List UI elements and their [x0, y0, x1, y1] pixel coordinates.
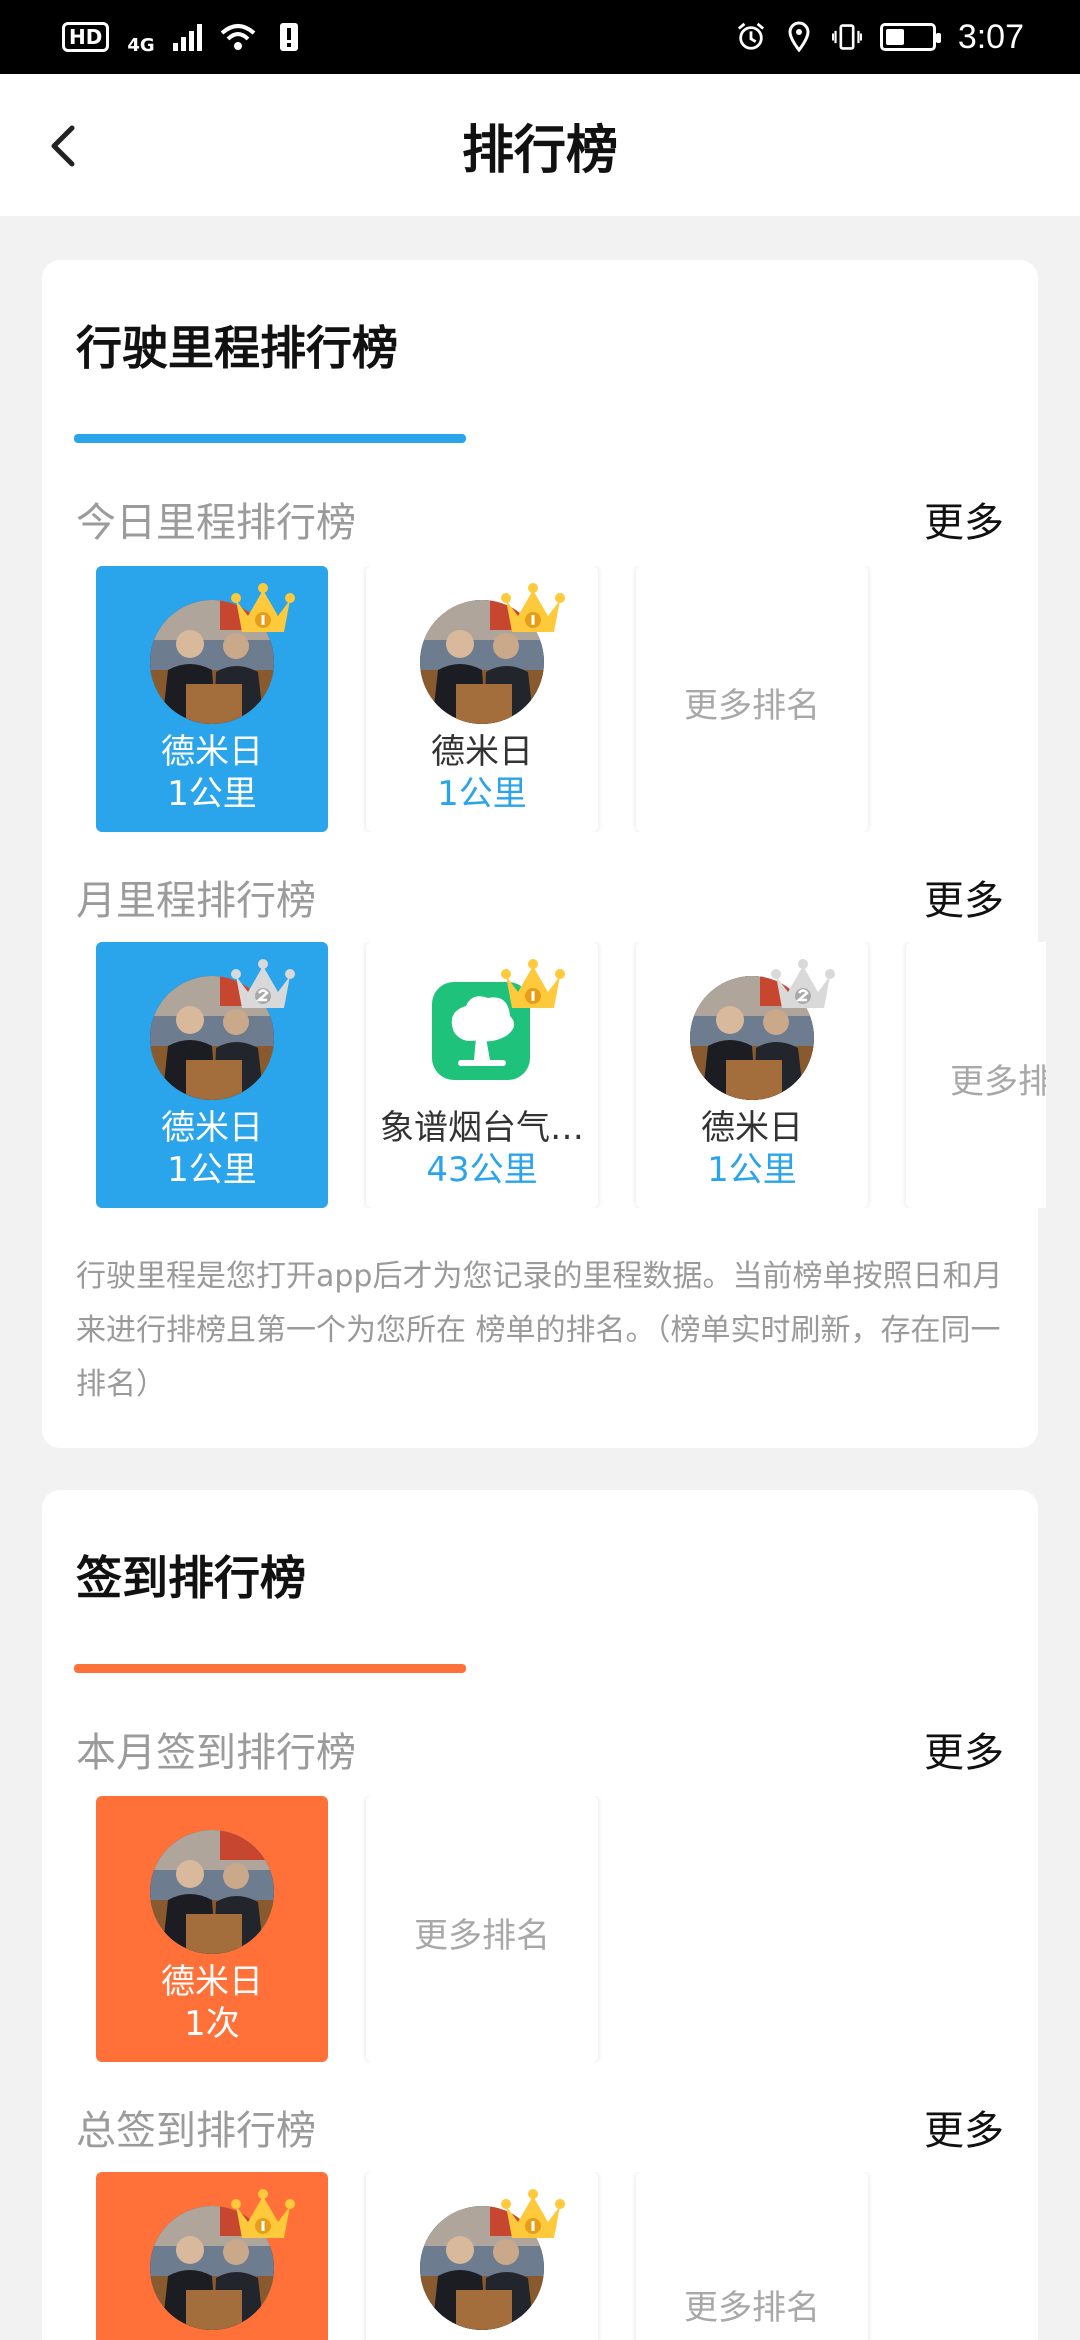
more-rank-label: 更多排名	[414, 1916, 550, 1956]
silver-crown-icon	[230, 958, 296, 1014]
rank-card[interactable]: 德米日 1公里	[366, 566, 598, 832]
rank-card-self[interactable]: 德米日 1公里	[96, 942, 328, 1208]
top-app-bar: 排行榜	[0, 74, 1080, 216]
rank-value: 1公里	[167, 774, 257, 814]
page-title: 排行榜	[461, 120, 618, 181]
network-type: 4G	[127, 35, 155, 56]
alarm-icon	[737, 22, 764, 50]
rank-value: 1次	[184, 2004, 240, 2044]
today-mileage-more-link[interactable]: 更多	[924, 490, 1004, 548]
rank-card-self[interactable]: 德米日	[96, 2172, 328, 2340]
gold-crown-icon	[230, 2188, 296, 2244]
status-right: 3:07	[736, 18, 1024, 57]
mileage-ranking-card: 行驶里程排行榜 今日里程排行榜 更多 德米日 1公里 德米日 1公里 更多排名 …	[42, 260, 1046, 1448]
battery-icon	[879, 23, 941, 51]
mileage-card-title: 行驶里程排行榜	[76, 321, 398, 375]
today-mileage-section-title: 今日里程排行榜	[76, 500, 356, 546]
mileage-note: 行驶里程是您打开app后才为您记录的里程数据。当前榜单按照日和月来进行排榜且第一…	[76, 1259, 1003, 1402]
vibrate-icon	[831, 24, 862, 50]
checkin-card-title: 签到排行榜	[76, 1551, 306, 1605]
status-left: HD 4G	[62, 19, 304, 55]
more-rank-card[interactable]: 更多排名	[636, 566, 868, 832]
rank-value: 43公里	[426, 1150, 538, 1190]
month-checkin-section-title: 本月签到排行榜	[76, 1730, 356, 1776]
silver-crown-icon	[770, 958, 836, 1014]
sim-alert-icon	[279, 23, 298, 51]
gold-crown-icon	[230, 582, 296, 638]
back-arrow-icon[interactable]	[36, 116, 96, 176]
month-mileage-section-title: 月里程排行榜	[76, 878, 316, 924]
rank-value: 1公里	[167, 1150, 257, 1190]
month-checkin-row: 德米日 1次 更多排名	[96, 1796, 1046, 2062]
signal-icon	[172, 23, 202, 51]
rank-card-self[interactable]: 德米日 1次	[96, 1796, 328, 2062]
rank-card[interactable]: 德米日	[366, 2172, 598, 2340]
wifi-icon	[220, 24, 255, 50]
location-icon	[788, 21, 810, 53]
more-rank-label: 更多排名	[684, 686, 820, 726]
month-mileage-row: 德米日 1公里 象谱烟台气… 43公里 德米日 1公里 更多排名	[96, 942, 1046, 1208]
rank-name: 德米日	[96, 2330, 328, 2340]
more-rank-card[interactable]: 更多排名	[366, 1796, 598, 2062]
total-checkin-more-link[interactable]: 更多	[924, 2098, 1004, 2156]
more-rank-card[interactable]: 更多排名	[906, 942, 1046, 1208]
gold-crown-icon	[500, 582, 566, 638]
gold-crown-icon	[500, 2188, 566, 2244]
more-rank-label: 更多排名	[684, 2288, 820, 2328]
checkin-title-underline	[74, 1664, 466, 1673]
total-checkin-row: 德米日 德米日 更多排名	[96, 2172, 1046, 2340]
total-checkin-section-title: 总签到排行榜	[76, 2108, 316, 2154]
today-mileage-row: 德米日 1公里 德米日 1公里 更多排名	[96, 566, 1046, 832]
status-bar: HD 4G 3:07	[0, 0, 1080, 74]
mileage-title-underline	[74, 434, 466, 443]
more-rank-card[interactable]: 更多排名	[636, 2172, 868, 2340]
rank-name: 德米日	[366, 2330, 598, 2340]
clock: 3:07	[957, 17, 1024, 56]
more-rank-label: 更多排名	[950, 1062, 1046, 1102]
rank-card[interactable]: 象谱烟台气… 43公里	[366, 942, 598, 1208]
avatar	[150, 1830, 274, 1954]
checkin-ranking-card: 签到排行榜 本月签到排行榜 更多 德米日 1次 更多排名 总签到排行榜 更多 德…	[42, 1490, 1038, 2340]
month-checkin-more-link[interactable]: 更多	[924, 1720, 1004, 1778]
rank-value: 1公里	[437, 774, 527, 814]
rank-card-self[interactable]: 德米日 1公里	[96, 566, 328, 832]
month-mileage-more-link[interactable]: 更多	[924, 868, 1004, 926]
rank-card[interactable]: 德米日 1公里	[636, 942, 868, 1208]
hd-badge: HD	[62, 22, 110, 52]
rank-value: 1公里	[707, 1150, 797, 1190]
gold-crown-icon	[500, 958, 566, 1014]
